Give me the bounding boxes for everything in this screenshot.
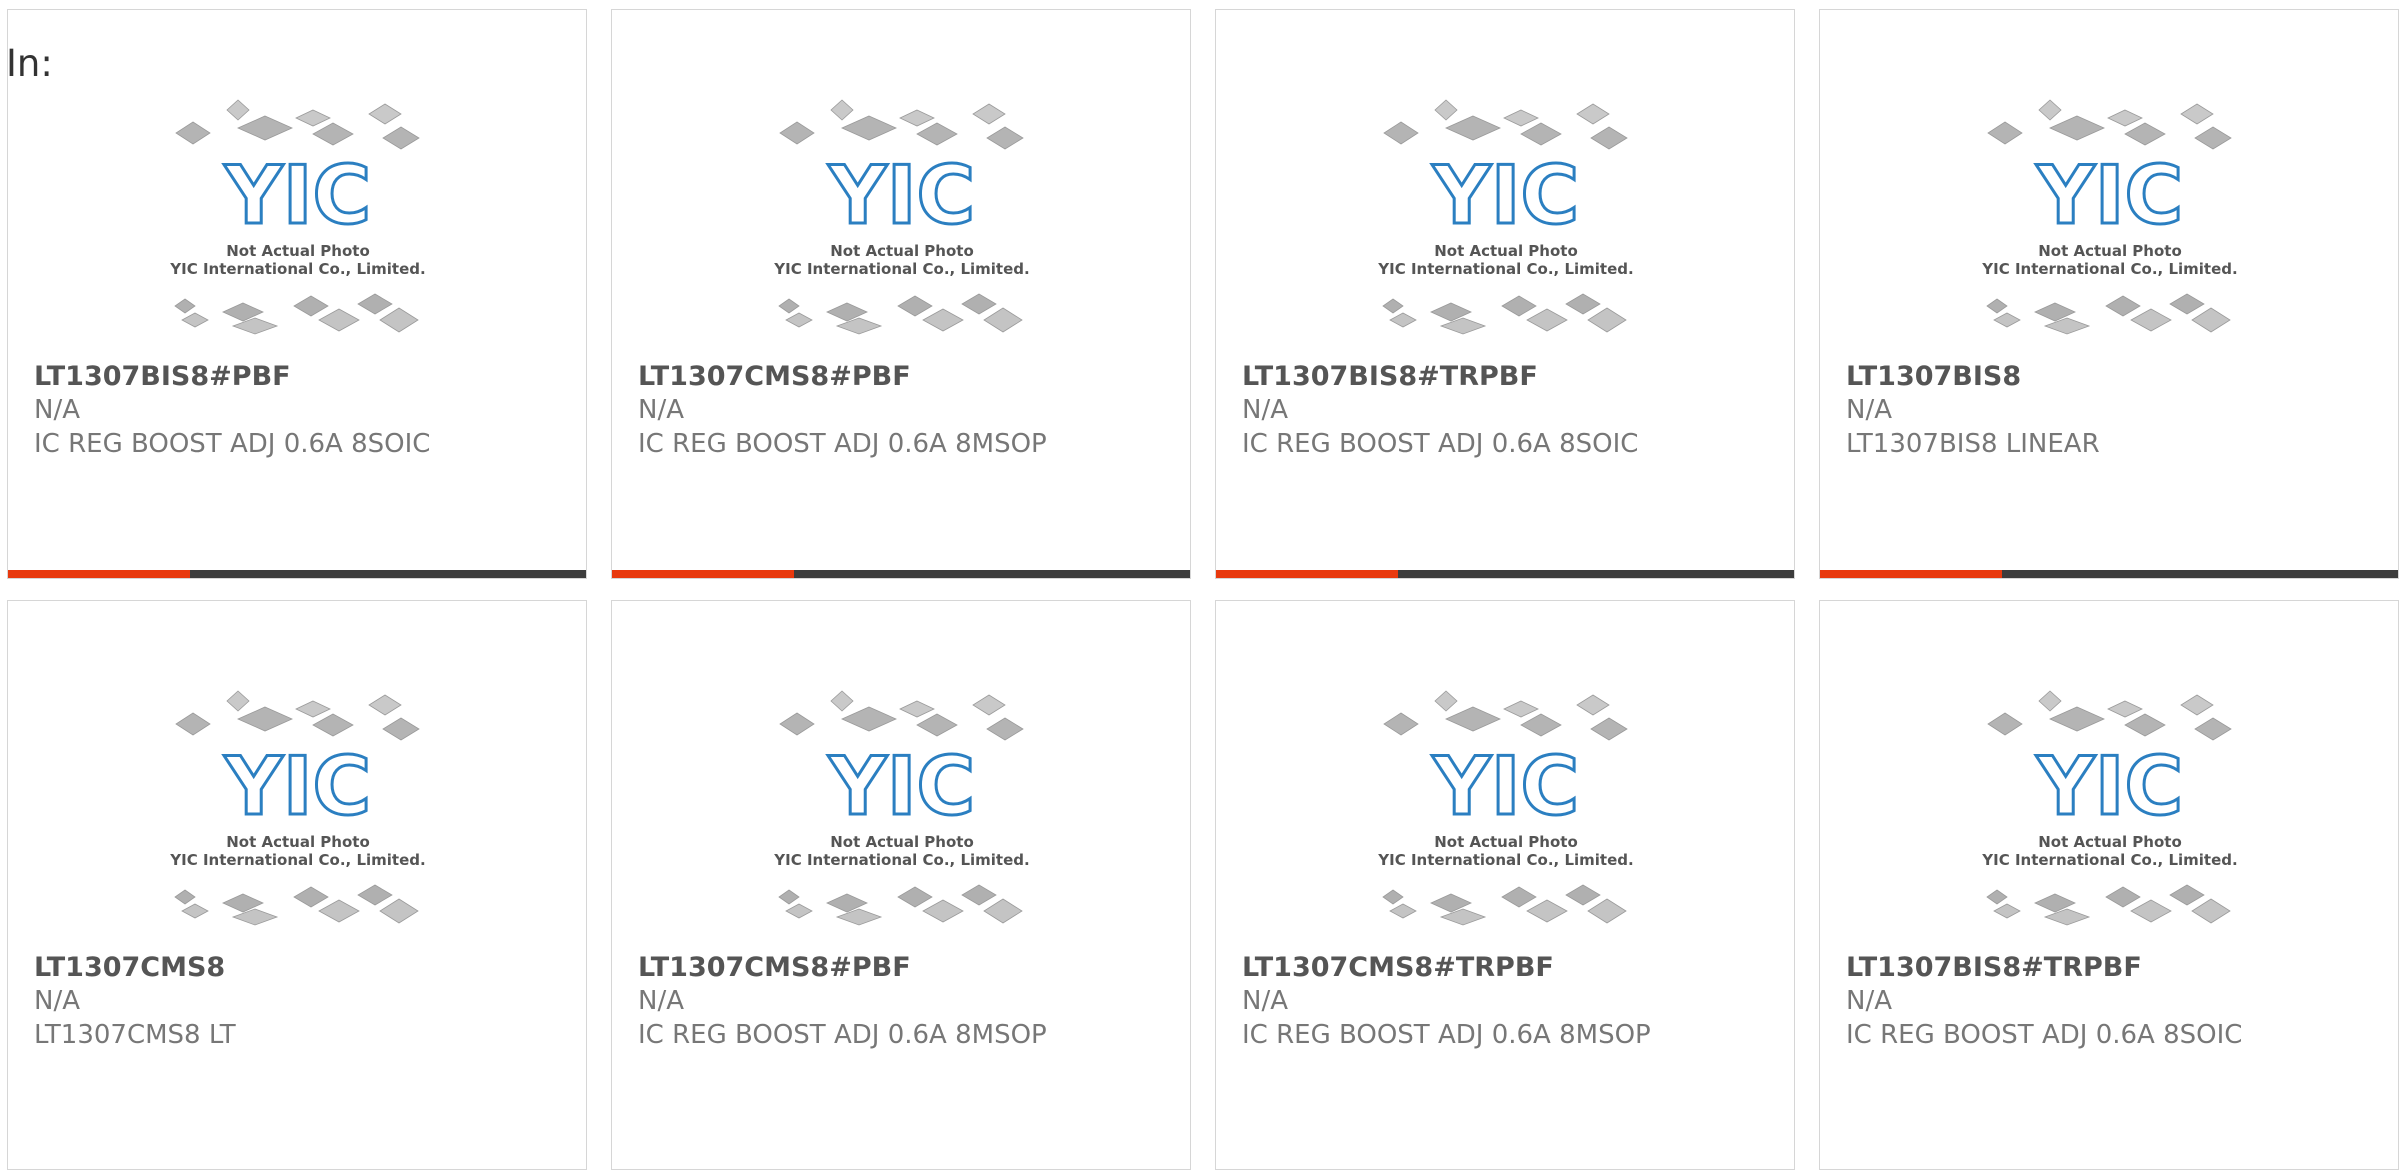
manufacturer: N/A [1846,395,1892,425]
product-card[interactable]: YIC Not Actual Photo YIC International Co.… [1215,9,1795,579]
yic-logo: YIC [2036,740,2183,833]
card-bar-accent [612,570,794,578]
description: IC REG BOOST ADJ 0.6A 8SOIC [34,429,431,459]
part-number-link[interactable]: LT1307CMS8#PBF [638,952,911,983]
photo-caption: YIC International Co., Limited. [773,260,1029,278]
product-photo[interactable]: YIC Not Actual Photo YIC International Co.… [767,98,1037,348]
photo-caption: Not Actual Photo [830,242,974,260]
placeholder-photo-graphic: YICNot Actual PhotoYIC International Co.… [773,690,1030,926]
product-photo[interactable]: YIC Not Actual Photo YIC International Co.… [767,689,1037,939]
photo-caption: YIC International Co., Limited. [169,851,425,869]
yic-logo: YIC [2036,149,2183,242]
placeholder-photo-graphic: YICNot Actual PhotoYIC International Co.… [169,99,426,335]
product-card[interactable]: YIC Not Actual Photo YIC International Co.… [611,9,1191,579]
placeholder-photo-graphic: YICNot Actual PhotoYIC International Co.… [1377,690,1634,926]
product-card[interactable]: YIC Not Actual Photo YIC International Co.… [1819,9,2399,579]
part-number-link[interactable]: LT1307BIS8 [1846,361,2021,392]
placeholder-photo-graphic: YICNot Actual PhotoYIC International Co.… [1377,99,1634,335]
product-card[interactable]: YIC Not Actual Photo YIC International Co.… [611,600,1191,1170]
description: IC REG BOOST ADJ 0.6A 8SOIC [1846,1020,2243,1050]
yic-logo: YIC [224,740,371,833]
photo-caption: Not Actual Photo [2038,242,2182,260]
card-bar [1216,570,1794,578]
product-photo[interactable]: YIC Not Actual Photo YIC International Co.… [163,98,433,348]
manufacturer: N/A [1242,395,1288,425]
description: LT1307BIS8 LINEAR [1846,429,2100,459]
description: IC REG BOOST ADJ 0.6A 8MSOP [638,1020,1047,1050]
photo-caption: YIC International Co., Limited. [1981,851,2237,869]
part-number-link[interactable]: LT1307BIS8#PBF [34,361,291,392]
description: IC REG BOOST ADJ 0.6A 8MSOP [638,429,1047,459]
placeholder-photo-graphic: YICNot Actual PhotoYIC International Co.… [773,99,1030,335]
placeholder-photo-graphic: YICNot Actual PhotoYIC International Co.… [169,690,426,926]
card-bar-accent [1820,570,2002,578]
part-number-link[interactable]: LT1307CMS8#TRPBF [1242,952,1554,983]
product-grid: YIC Not Actual Photo YIC International Co.… [0,0,2400,1170]
photo-caption: YIC International Co., Limited. [773,851,1029,869]
yic-logo: YIC [828,740,975,833]
photo-caption: Not Actual Photo [1434,242,1578,260]
product-card[interactable]: YIC Not Actual Photo YIC International Co.… [7,9,587,579]
results-heading: In: [6,42,53,85]
product-photo[interactable]: YIC Not Actual Photo YIC International Co.… [163,689,433,939]
photo-caption: YIC International Co., Limited. [1377,851,1633,869]
yic-logo: YIC [1432,149,1579,242]
part-number-link[interactable]: LT1307CMS8#PBF [638,361,911,392]
manufacturer: N/A [638,986,684,1016]
product-photo[interactable]: YIC Not Actual Photo YIC International Co.… [1975,689,2245,939]
photo-caption: Not Actual Photo [830,833,974,851]
photo-caption: YIC International Co., Limited. [169,260,425,278]
manufacturer: N/A [34,986,80,1016]
manufacturer: N/A [1242,986,1288,1016]
product-photo[interactable]: YIC Not Actual Photo YIC International Co.… [1371,689,1641,939]
yic-logo: YIC [1432,740,1579,833]
description: IC REG BOOST ADJ 0.6A 8SOIC [1242,429,1639,459]
photo-caption: Not Actual Photo [226,833,370,851]
description: IC REG BOOST ADJ 0.6A 8MSOP [1242,1020,1651,1050]
card-bar-accent [1216,570,1398,578]
card-bar [1820,570,2398,578]
placeholder-photo-graphic: YICNot Actual PhotoYIC International Co.… [1981,99,2238,335]
manufacturer: N/A [1846,986,1892,1016]
photo-caption: YIC International Co., Limited. [1377,260,1633,278]
photo-caption: Not Actual Photo [2038,833,2182,851]
part-number-link[interactable]: LT1307BIS8#TRPBF [1242,361,1538,392]
manufacturer: N/A [34,395,80,425]
description: LT1307CMS8 LT [34,1020,236,1050]
photo-caption: Not Actual Photo [1434,833,1578,851]
product-card[interactable]: YIC Not Actual Photo YIC International Co.… [1215,600,1795,1170]
yic-logo: YIC [224,149,371,242]
product-photo[interactable]: YIC Not Actual Photo YIC International Co.… [1371,98,1641,348]
product-photo[interactable]: YIC Not Actual Photo YIC International Co.… [1975,98,2245,348]
product-card[interactable]: YIC Not Actual Photo YIC International Co.… [1819,600,2399,1170]
photo-caption: YIC International Co., Limited. [1981,260,2237,278]
part-number-link[interactable]: LT1307BIS8#TRPBF [1846,952,2142,983]
placeholder-photo-graphic: YICNot Actual PhotoYIC International Co.… [1981,690,2238,926]
card-bar-accent [8,570,190,578]
part-number-link[interactable]: LT1307CMS8 [34,952,225,983]
card-bar [612,570,1190,578]
product-card[interactable]: YIC Not Actual Photo YIC International Co.… [7,600,587,1170]
yic-logo: YIC [828,149,975,242]
photo-caption: Not Actual Photo [226,242,370,260]
manufacturer: N/A [638,395,684,425]
card-bar [8,570,586,578]
